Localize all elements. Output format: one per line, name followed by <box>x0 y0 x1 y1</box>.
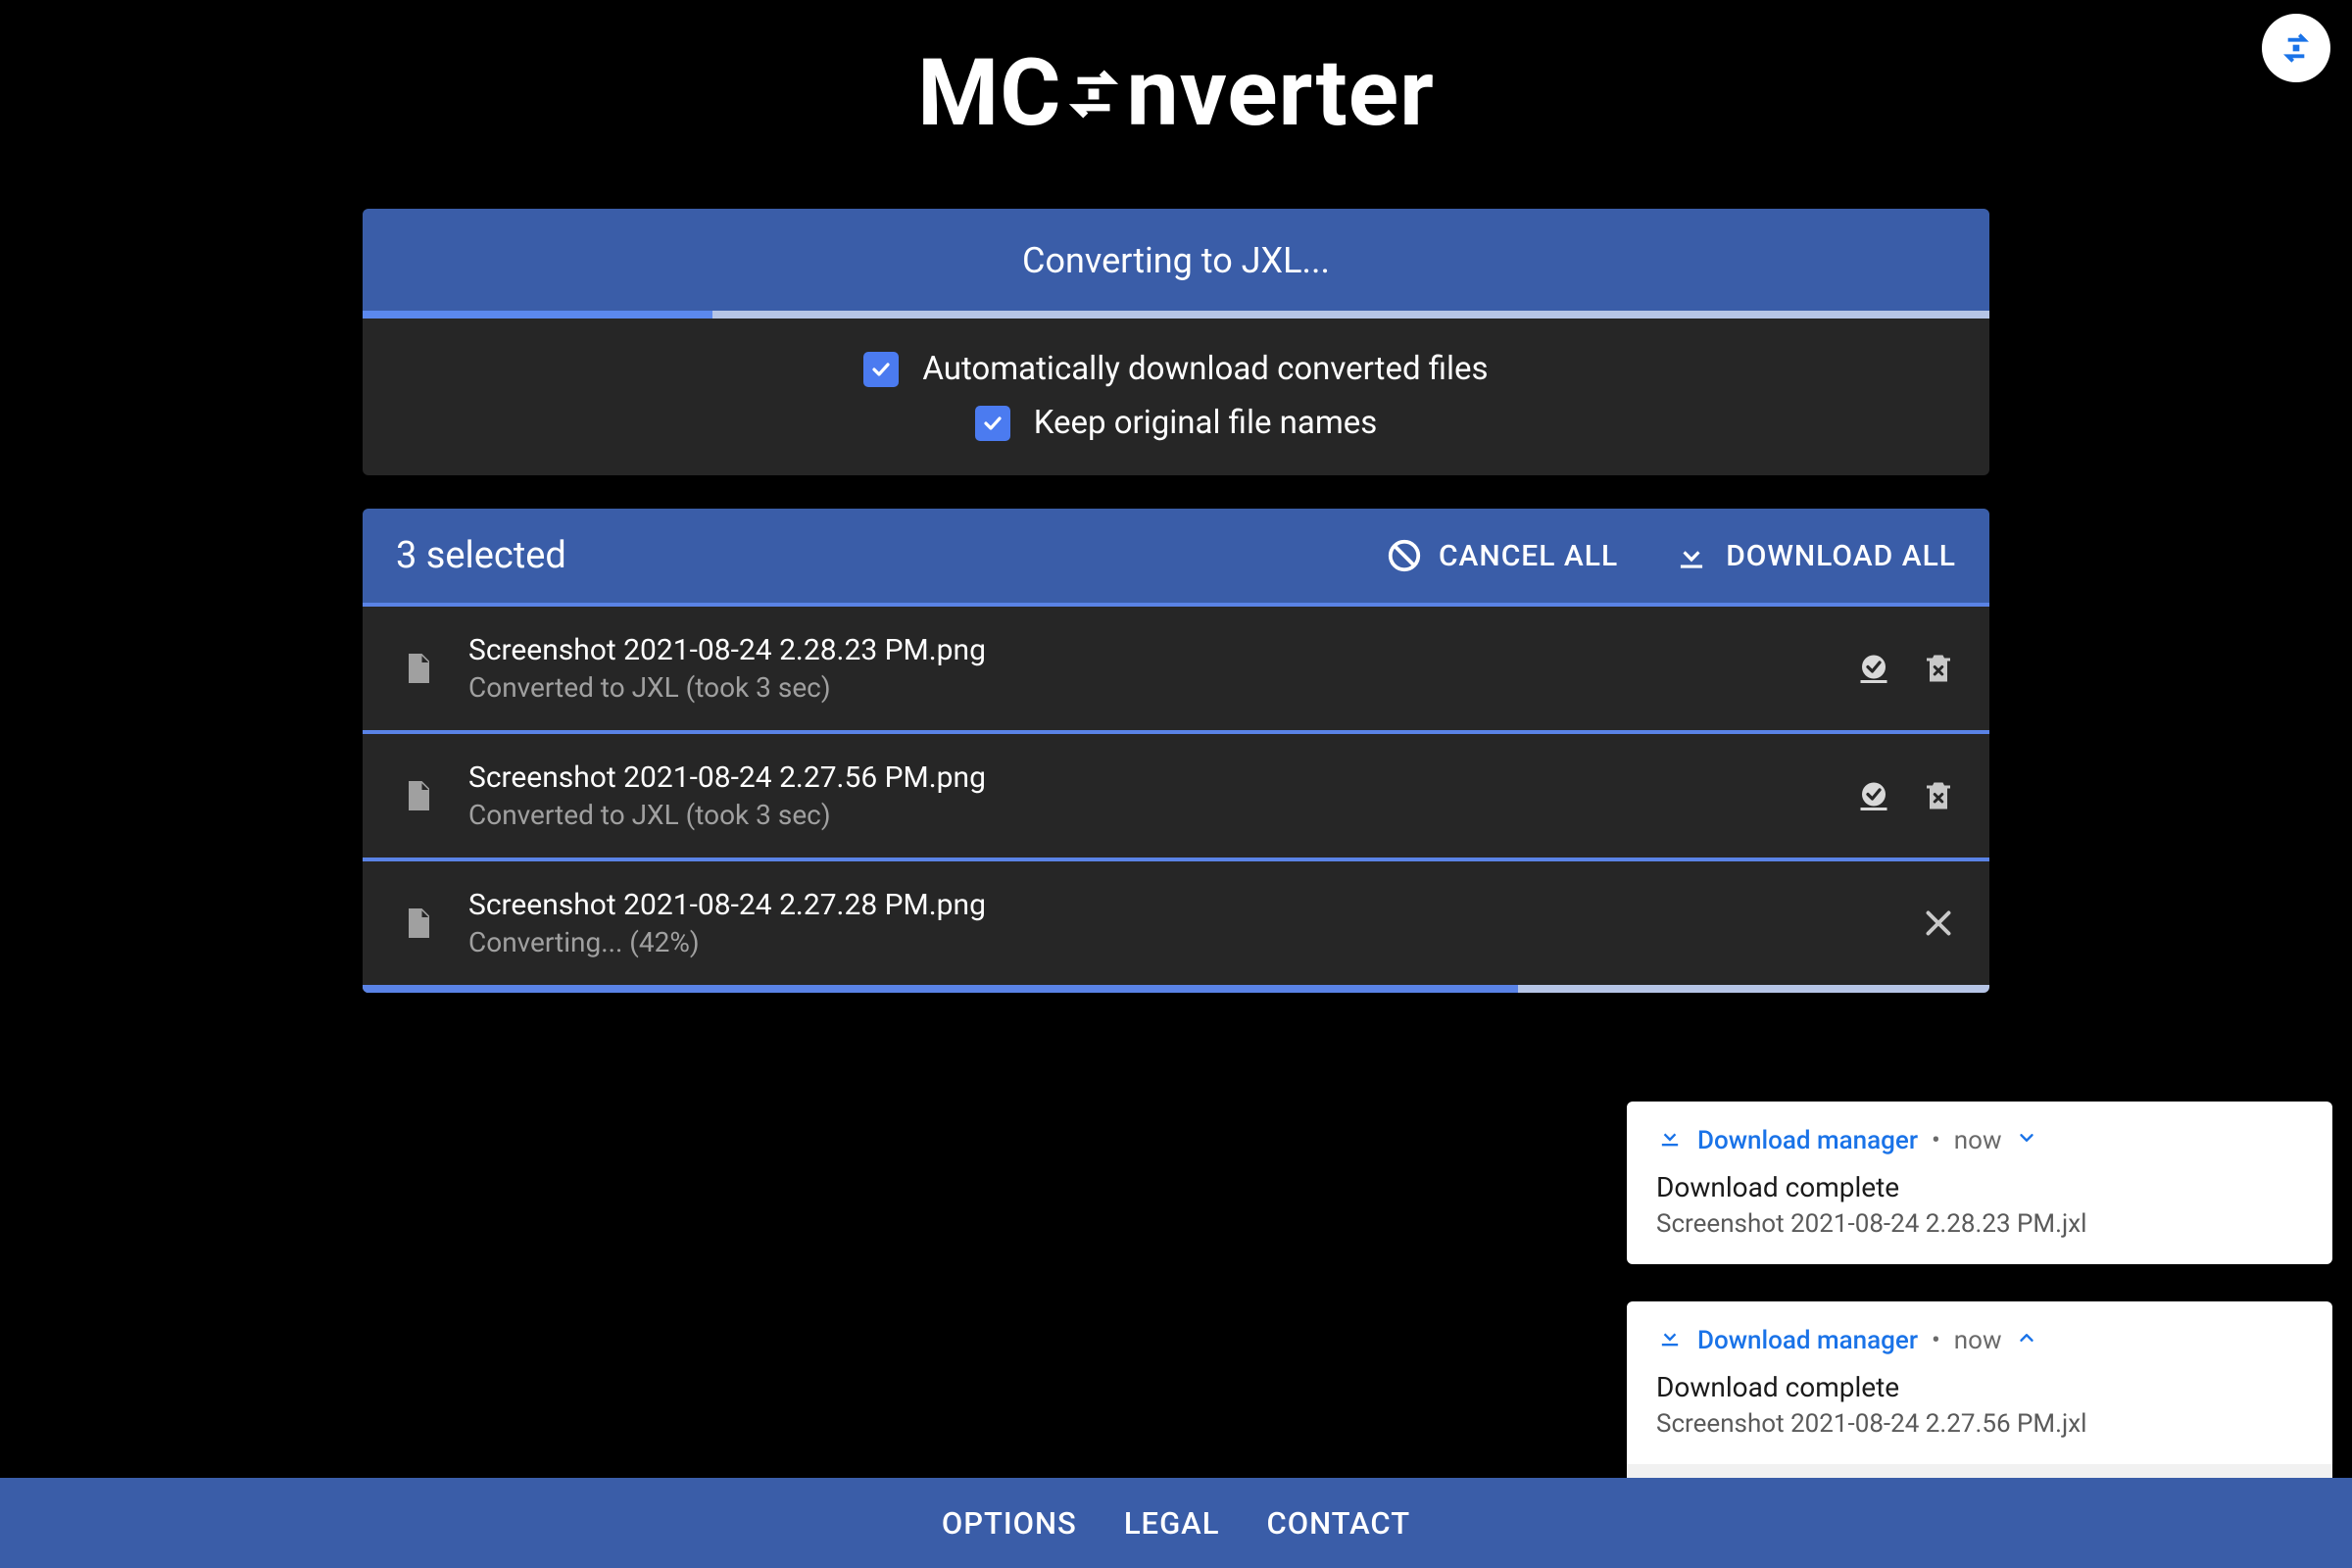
cancel-all-button[interactable]: CANCEL ALL <box>1386 537 1618 574</box>
image-file-icon <box>396 906 439 941</box>
download-all-button[interactable]: DOWNLOAD ALL <box>1673 537 1956 574</box>
brand-logo: MC nverter <box>363 39 1989 150</box>
notification-time: now <box>1954 1126 2002 1155</box>
file-progress-track <box>363 985 1989 993</box>
image-file-icon <box>396 778 439 813</box>
overall-progress-fill <box>363 311 712 318</box>
file-name: Screenshot 2021-08-24 2.27.56 PM.png <box>468 760 1856 795</box>
selection-count: 3 selected <box>396 534 1331 577</box>
file-list-header: 3 selected CANCEL ALL DOWNLOAD ALL <box>363 509 1989 603</box>
download-all-label: DOWNLOAD ALL <box>1726 539 1956 573</box>
options-panel: Automatically download converted files K… <box>363 318 1989 475</box>
footer-link-options[interactable]: OPTIONS <box>942 1505 1077 1542</box>
notification-time: now <box>1954 1326 2002 1355</box>
auto-download-checkbox[interactable] <box>863 352 899 387</box>
notification-title: Download complete <box>1656 1171 2303 1203</box>
image-file-icon <box>396 651 439 686</box>
footer-link-legal[interactable]: LEGAL <box>1124 1505 1220 1542</box>
conversion-status: Converting to JXL... <box>363 209 1989 311</box>
file-row: Screenshot 2021-08-24 2.27.28 PM.png Con… <box>363 858 1989 985</box>
notification-app: Download manager <box>1697 1326 1918 1355</box>
conversion-card: Converting to JXL... Automatically downl… <box>363 209 1989 475</box>
swap-icon <box>1061 41 1126 150</box>
downloaded-icon[interactable] <box>1856 778 1891 813</box>
cancel-all-label: CANCEL ALL <box>1439 539 1618 573</box>
file-status: Converted to JXL (took 3 sec) <box>468 799 1856 831</box>
downloaded-icon[interactable] <box>1856 651 1891 686</box>
notification-title: Download complete <box>1656 1371 2303 1403</box>
chevron-up-icon[interactable] <box>2016 1326 2037 1355</box>
brand-post: nverter <box>1126 39 1434 148</box>
file-row: Screenshot 2021-08-24 2.28.23 PM.png Con… <box>363 603 1989 730</box>
chevron-down-icon[interactable] <box>2016 1126 2037 1155</box>
file-name: Screenshot 2021-08-24 2.27.28 PM.png <box>468 888 1921 922</box>
notification-app: Download manager <box>1697 1126 1918 1155</box>
notification-file: Screenshot 2021-08-24 2.28.23 PM.jxl <box>1656 1209 2303 1239</box>
download-notification[interactable]: Download manager • now Download complete… <box>1627 1102 2332 1264</box>
file-list-card: 3 selected CANCEL ALL DOWNLOAD ALL Scree… <box>363 509 1989 993</box>
app-badge[interactable] <box>2262 14 2330 82</box>
notification-separator: • <box>1932 1126 1940 1155</box>
overall-progress-track <box>363 311 1989 318</box>
keep-names-checkbox[interactable] <box>975 406 1010 441</box>
file-progress-fill <box>363 985 1518 993</box>
auto-download-label: Automatically download converted files <box>922 350 1488 388</box>
file-status: Converting... (42%) <box>468 926 1921 958</box>
file-name: Screenshot 2021-08-24 2.28.23 PM.png <box>468 633 1856 667</box>
footer-link-contact[interactable]: CONTACT <box>1266 1505 1410 1542</box>
keep-names-label: Keep original file names <box>1034 404 1378 442</box>
delete-file-button[interactable] <box>1921 778 1956 813</box>
cancel-file-button[interactable] <box>1921 906 1956 941</box>
notification-separator: • <box>1932 1326 1940 1355</box>
file-row: Screenshot 2021-08-24 2.27.56 PM.png Con… <box>363 730 1989 858</box>
download-icon <box>1656 1123 1684 1157</box>
delete-file-button[interactable] <box>1921 651 1956 686</box>
brand-pre: MC <box>917 39 1061 148</box>
download-icon <box>1656 1323 1684 1357</box>
file-status: Converted to JXL (took 3 sec) <box>468 671 1856 704</box>
notification-file: Screenshot 2021-08-24 2.27.56 PM.jxl <box>1656 1409 2303 1439</box>
footer: OPTIONS LEGAL CONTACT <box>0 1478 2352 1568</box>
